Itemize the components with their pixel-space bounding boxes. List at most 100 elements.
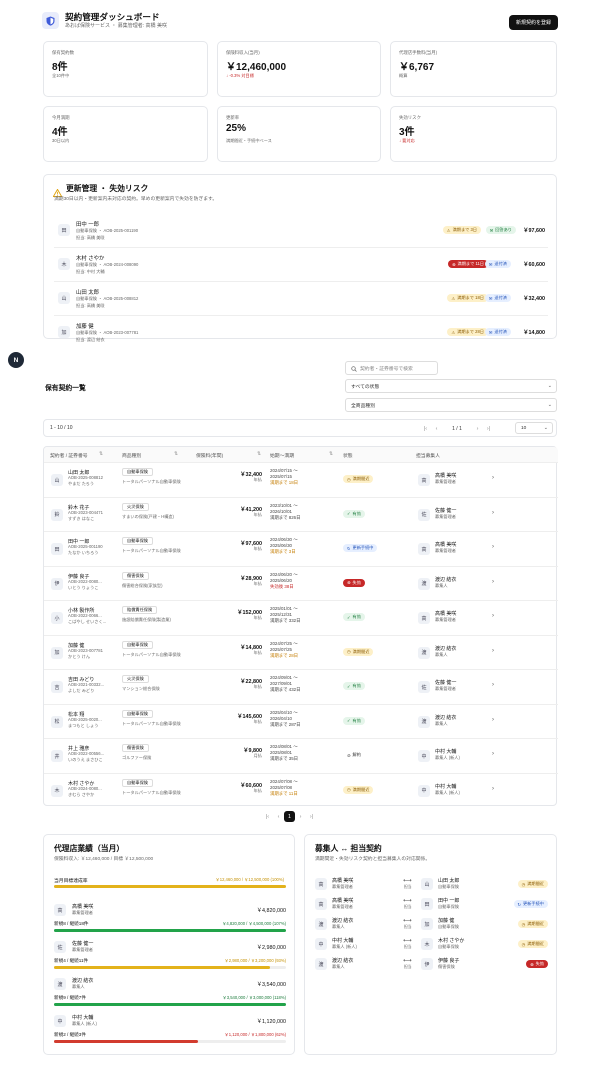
renewal-owner: 担当: 渡辺 結衣	[76, 337, 105, 342]
policy-number: AOB-2022-0066...	[68, 613, 102, 618]
renewal-item[interactable]: 田田中 一郎 自動車保険 ・ AOB-2025-001190 担当: 高橋 美咲 ⚠ 満…	[44, 215, 558, 247]
renewal-detail: 自動車保険 ・ AOB-2025-008812	[76, 296, 139, 301]
period-start: 2025/04/10 〜	[270, 709, 298, 715]
payment-frequency: 年払	[253, 615, 262, 620]
sort-icon[interactable]: ⇅	[329, 451, 333, 457]
float-action-button[interactable]: N	[8, 352, 24, 368]
avatar: 田	[58, 224, 70, 236]
payment-frequency: 年払	[253, 649, 262, 655]
chevron-right-icon[interactable]: ›	[492, 786, 494, 792]
agent-name: 佐藤 健一	[72, 941, 94, 947]
next-page-button[interactable]: ›	[295, 811, 306, 822]
status-badge: ✓ 有効	[343, 716, 365, 725]
mapping-panel: 募集人 ↔ 担当契約 満期間近・失効リスク契約と担当募集人の対応関係。 高高橋 …	[304, 834, 557, 1055]
status-icon: ◷	[347, 787, 351, 792]
sort-icon[interactable]: ⇅	[174, 451, 178, 457]
bottom-pager: |‹ ‹ 1 › ›|	[262, 811, 317, 822]
kpi-value: 4件	[52, 127, 68, 138]
sort-icon[interactable]: ⇅	[257, 451, 261, 457]
table-row[interactable]: 鈴鈴木 花子 AOB-2023-004471 すずき はなこ 火災保険 すまいの保険(戸…	[44, 496, 558, 530]
table-row[interactable]: 吉吉田 みどり AOB-2021-00332... よしだ みどり 火災保険 マンション…	[44, 669, 558, 702]
agent-role: 募集人	[435, 582, 448, 588]
page-1-button[interactable]: 1	[284, 811, 295, 822]
table-row[interactable]: 伊伊藤 良子 AOB-2022-0080... いとう りょうこ 傷害保険 傷害総合保険…	[44, 565, 558, 599]
policy-number: AOB-2022-0080...	[68, 578, 102, 584]
policy-number: AOB-2025-0020...	[68, 716, 102, 722]
product-type: 自動車保険	[122, 640, 153, 649]
search-input[interactable]: 契約者・証券番号で検索	[345, 361, 438, 375]
chevron-right-icon[interactable]: ›	[492, 475, 494, 481]
agent-progress-fill	[54, 1003, 286, 1006]
last-page-button[interactable]: ›|	[306, 811, 317, 822]
agent-amount: ￥4,820,000	[256, 908, 286, 914]
policy-period: 2024/06/20 〜 2025/06/20 失効後 38日	[270, 572, 298, 590]
table-row[interactable]: 松松本 翔 AOB-2025-0020... まつもと しょう 自動車保険 トータルパー…	[44, 703, 558, 737]
first-page-button[interactable]: |‹	[420, 423, 431, 434]
product-filter-select[interactable]: 全商品種別 ⌄	[345, 398, 557, 412]
avatar: 木	[58, 258, 70, 270]
prev-page-button[interactable]: ‹	[431, 423, 442, 434]
table-toolbar: 1 - 10 / 10 |‹ ‹ 1 / 1 › ›| 10 ⌄	[43, 419, 557, 437]
kpi-card: 失効リスク 3件 ↓ 要対応	[390, 106, 557, 162]
next-page-button[interactable]: ›	[472, 423, 483, 434]
agent-name: 高橋 美咲	[332, 878, 354, 884]
new-contract-button[interactable]: 新規契約を登録	[508, 15, 558, 30]
table-row[interactable]: 加加藤 健 AOB-2023-007781 かとう けん 自動車保険 トータルパーソナル…	[44, 634, 558, 668]
table-row[interactable]: 木木村 さやか AOB-2024-0080... きむら さやか 自動車保険 トータルパ…	[44, 772, 558, 806]
status-filter-select[interactable]: すべての状態 ⌄	[345, 379, 557, 393]
column-header[interactable]: 保険料(年間)	[196, 452, 223, 459]
agent-role: 募集人	[72, 984, 85, 989]
first-page-button[interactable]: |‹	[262, 811, 273, 822]
renewal-item[interactable]: 加加藤 健自動車保険 ・ AOB-2023-007781 担当: 渡辺 結衣 ⚠ 満期…	[44, 315, 558, 349]
last-page-button[interactable]: ›|	[483, 423, 494, 434]
chevron-right-icon[interactable]: ›	[492, 648, 494, 654]
chevron-right-icon[interactable]: ›	[492, 544, 494, 550]
contract-product: 自動車保険	[438, 944, 459, 949]
status-text: 有効	[352, 683, 361, 688]
status-icon: ✓	[347, 683, 351, 689]
table-row[interactable]: 井井上 雅彦 AOB-2022-00556... いのうえ まさひこ 傷害保険 ゴルファ…	[44, 738, 558, 771]
column-header[interactable]: 契約者 / 証券番号	[50, 452, 88, 459]
column-header[interactable]: 始期〜満期	[270, 452, 294, 459]
page-info: 1 - 10 / 10	[50, 425, 73, 431]
kpi-label: 代理店手数料(当月)	[399, 50, 438, 55]
chevron-right-icon[interactable]: ›	[492, 682, 494, 688]
agent-role: 募集管理者	[435, 548, 456, 553]
kpi-value: 3件	[399, 127, 415, 138]
table-row[interactable]: 山山田 太郎 AOB-2025-008812 やまだ たろう 自動車保険 トータルパーソ…	[44, 462, 558, 495]
status-text: 失効	[352, 579, 361, 585]
renewal-item[interactable]: 山山田 太郎 自動車保険 ・ AOB-2025-008812 担当: 高橋 美咲 ⚠ 満…	[44, 281, 558, 315]
column-header[interactable]: 状態	[343, 452, 353, 459]
table-row[interactable]: 小小林 製作所 AOB-2022-0066... こばやし せいさく... 賠償責任保…	[44, 600, 558, 633]
column-header[interactable]: 担当募集人	[416, 452, 440, 459]
kpi-label: 保有契約数	[52, 50, 74, 55]
contract-name: 木村 さやか	[438, 938, 465, 944]
chevron-right-icon[interactable]: ›	[492, 751, 494, 757]
column-header[interactable]: 商品種別	[122, 452, 141, 459]
table-row[interactable]: 田田中 一郎 AOB-2025-001190 たなか いちろう 自動車保険 トータルパー…	[44, 531, 558, 564]
chevron-right-icon[interactable]: ›	[492, 613, 494, 619]
policy-period: 2025/04/10 〜 2026/04/10 満期まで 287日	[270, 710, 301, 728]
prev-page-button[interactable]: ‹	[273, 811, 284, 822]
renewal-item[interactable]: 木木村 さやか 自動車保険 ・ AOB-2024-008090 担当: 中村 大輔 ⊗…	[44, 247, 558, 281]
product-description: すまいの保険(戸建・H構造)	[122, 513, 174, 519]
chevron-right-icon[interactable]: ›	[492, 510, 494, 516]
payment-frequency: 月払	[253, 753, 262, 758]
agent-progress-bar	[54, 1040, 286, 1043]
response-badge: ✉ 送付済	[484, 260, 511, 268]
response-text: 送付済	[494, 295, 507, 300]
avatar: 木	[51, 784, 63, 797]
chevron-right-icon[interactable]: ›	[492, 717, 494, 723]
renewal-name: 田中 一郎	[76, 222, 100, 228]
chevron-right-icon[interactable]: ›	[492, 579, 494, 585]
sort-icon[interactable]: ⇅	[99, 451, 103, 457]
agent-avatar: 渡	[418, 715, 430, 728]
page-size-select[interactable]: 10 ⌄	[515, 422, 553, 434]
status-badge: ✓ 有効	[343, 682, 365, 690]
status-badge: ⊘ 解約	[343, 751, 365, 759]
contract-avatar: 加	[421, 918, 433, 930]
agent-name: 佐藤 健一	[435, 680, 457, 686]
mail-icon: ✉	[488, 295, 493, 301]
product-type: 火災保険	[122, 675, 149, 683]
agent-name: 中村 大輔	[435, 783, 457, 790]
